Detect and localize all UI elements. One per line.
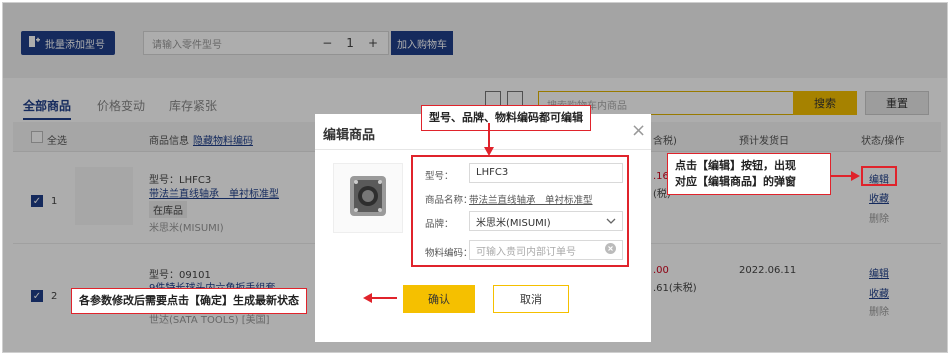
brand-select[interactable]: 米思米(MISUMI) [469, 211, 623, 231]
code-label: 物料编码： [425, 248, 473, 259]
callout-edit-popup-line1: 点击【编辑】按钮，出现 [675, 159, 796, 172]
clear-icon[interactable] [605, 243, 616, 257]
close-icon[interactable]: × [631, 120, 646, 141]
callout-editable-fields: 型号、品牌、物料编码都可编辑 [421, 105, 591, 131]
product-image [333, 163, 403, 233]
code-input-placeholder: 可输入贵司内部订单号 [476, 246, 576, 258]
arrow-left-icon [363, 293, 397, 303]
name-label: 商品名称： [425, 195, 473, 206]
modal-title: 编辑商品 [323, 128, 376, 143]
model-label: 型号： [425, 171, 454, 182]
callout-edit-popup: 点击【编辑】按钮，出现 对应【编辑商品】的弹窗 [667, 153, 831, 195]
brand-select-value: 米思米(MISUMI) [476, 217, 551, 229]
screenshot-frame: 批量添加型号 请输入零件型号 − 1 + 加入购物车 全部商品 价格变动 库存紧… [2, 2, 948, 353]
code-input[interactable]: 可输入贵司内部订单号 [469, 240, 623, 260]
arrow-right-icon [831, 171, 860, 181]
model-input[interactable]: LHFC3 [469, 163, 623, 183]
cancel-button[interactable]: 取消 [493, 285, 569, 313]
callout-edit-popup-line2: 对应【编辑商品】的弹窗 [675, 175, 796, 188]
arrow-down-icon [484, 123, 494, 156]
confirm-button[interactable]: 确认 [403, 285, 475, 313]
name-value-link[interactable]: 带法兰直线轴承 单衬标准型 [469, 192, 593, 206]
callout-confirm-hint: 各参数修改后需要点击【确定】生成最新状态 [71, 288, 307, 314]
chevron-down-icon [606, 216, 616, 227]
brand-label: 品牌： [425, 219, 454, 230]
edit-button-highlight [861, 166, 897, 186]
